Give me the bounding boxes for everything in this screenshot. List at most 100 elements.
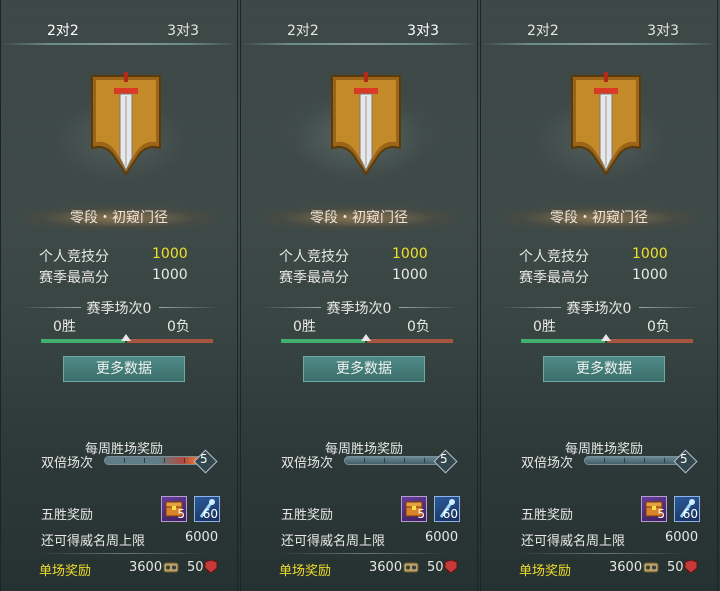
single-reward-badge: 50 — [187, 560, 204, 575]
win-loss-marker — [361, 334, 371, 341]
arena-panel-2: 2对2 3对3 零段・初窥门径 个人竞技分 1000 赛季最高分 1000 赛季… — [240, 0, 478, 591]
chest-count: 5 — [177, 507, 185, 521]
personal-score-label: 个人竞技分 — [519, 249, 589, 265]
double-matches-count: 5 — [680, 452, 688, 466]
rank-name: 零段・初窥门径 — [310, 210, 408, 226]
chest-count: 5 — [417, 507, 425, 521]
demon-badge-icon — [444, 560, 458, 574]
reward-divider — [277, 553, 449, 554]
season-matches: 赛季场次0 — [326, 301, 392, 317]
demon-badge-icon — [204, 560, 218, 574]
double-matches-count: 5 — [200, 452, 208, 466]
tab-3v3[interactable]: 3对3 — [167, 20, 199, 40]
tab-2v2[interactable]: 2对2 — [47, 20, 79, 40]
fame-cap-label: 还可得威名周上限 — [41, 534, 146, 549]
reward-divider — [517, 553, 689, 554]
single-reward-coins: 3600 — [609, 560, 643, 575]
win-segment — [521, 339, 605, 343]
weekly-reward-title: 每周胜场奖励 — [325, 442, 404, 457]
wand-count: 60 — [202, 507, 218, 521]
single-reward-label: 单场奖励 — [39, 564, 92, 579]
five-win-reward-label: 五胜奖励 — [41, 508, 94, 523]
wand-icon[interactable]: 60 — [674, 496, 700, 522]
tab-divider — [1, 43, 237, 45]
chest-count: 5 — [657, 507, 665, 521]
double-matches-bar — [104, 456, 204, 465]
season-high-label: 赛季最高分 — [279, 270, 349, 286]
treasure-chest-icon[interactable]: 5 — [641, 496, 667, 522]
wins-count: 0胜 — [53, 319, 76, 335]
treasure-chest-icon[interactable]: 5 — [401, 496, 427, 522]
win-loss-bar — [41, 334, 213, 343]
reward-divider — [37, 553, 209, 554]
single-reward-label: 单场奖励 — [279, 564, 332, 579]
sword-banner-icon — [326, 70, 406, 180]
personal-score-value: 1000 — [632, 246, 668, 262]
sword-banner-icon — [566, 70, 646, 180]
personal-score-label: 个人竞技分 — [279, 249, 349, 265]
double-matches-label: 双倍场次 — [41, 456, 94, 471]
rank-name: 零段・初窥门径 — [70, 210, 168, 226]
rank-name: 零段・初窥门径 — [550, 210, 648, 226]
tab-2v2[interactable]: 2对2 — [527, 20, 559, 40]
five-win-reward-label: 五胜奖励 — [521, 508, 574, 523]
loss-segment — [367, 339, 453, 343]
personal-score-label: 个人竞技分 — [39, 249, 109, 265]
fame-cap-label: 还可得威名周上限 — [521, 534, 626, 549]
tab-2v2[interactable]: 2对2 — [287, 20, 319, 40]
wand-icon[interactable]: 60 — [194, 496, 220, 522]
five-win-reward-label: 五胜奖励 — [281, 508, 334, 523]
tab-divider — [241, 43, 477, 45]
tab-3v3[interactable]: 3对3 — [647, 20, 679, 40]
season-high-value: 1000 — [392, 267, 428, 283]
season-high-label: 赛季最高分 — [39, 270, 109, 286]
double-matches-label: 双倍场次 — [281, 456, 334, 471]
wins-count: 0胜 — [533, 319, 556, 335]
coin-icon — [643, 562, 659, 573]
fame-cap-value: 6000 — [425, 530, 459, 545]
fame-cap-value: 6000 — [185, 530, 219, 545]
demon-badge-icon — [684, 560, 698, 574]
loss-segment — [607, 339, 693, 343]
win-segment — [41, 339, 125, 343]
treasure-chest-icon[interactable]: 5 — [161, 496, 187, 522]
personal-score-value: 1000 — [152, 246, 188, 262]
wand-count: 60 — [442, 507, 458, 521]
single-reward-badge: 50 — [427, 560, 444, 575]
win-loss-bar — [281, 334, 453, 343]
rank-title-bar: 零段・初窥门径 — [501, 205, 697, 231]
season-high-value: 1000 — [152, 267, 188, 283]
weekly-reward-title: 每周胜场奖励 — [565, 442, 644, 457]
more-data-button[interactable]: 更多数据 — [303, 356, 425, 382]
more-data-button[interactable]: 更多数据 — [543, 356, 665, 382]
tab-3v3[interactable]: 3对3 — [407, 20, 439, 40]
single-reward-badge: 50 — [667, 560, 684, 575]
win-loss-marker — [121, 334, 131, 341]
win-loss-marker — [601, 334, 611, 341]
more-data-button[interactable]: 更多数据 — [63, 356, 185, 382]
wand-count: 60 — [682, 507, 698, 521]
single-reward-coins: 3600 — [369, 560, 403, 575]
season-matches: 赛季场次0 — [566, 301, 632, 317]
season-matches: 赛季场次0 — [86, 301, 152, 317]
wins-count: 0胜 — [293, 319, 316, 335]
win-loss-bar — [521, 334, 693, 343]
double-matches-bar — [584, 456, 684, 465]
personal-score-value: 1000 — [392, 246, 428, 262]
losses-count: 0负 — [647, 319, 670, 335]
mode-tabs: 2对2 3对3 — [1, 0, 237, 45]
arena-screen: 2对2 3对3 零段・初窥门径 个人竞技分 1000 赛季最高分 1000 赛季… — [0, 0, 720, 591]
fame-cap-value: 6000 — [665, 530, 699, 545]
season-high-label: 赛季最高分 — [519, 270, 589, 286]
mode-tabs: 2对2 3对3 — [241, 0, 477, 45]
tab-divider — [481, 43, 717, 45]
losses-count: 0负 — [167, 319, 190, 335]
rank-title-bar: 零段・初窥门径 — [261, 205, 457, 231]
wand-icon[interactable]: 60 — [434, 496, 460, 522]
arena-panel-3: 2对2 3对3 零段・初窥门径 个人竞技分 1000 赛季最高分 1000 赛季… — [480, 0, 718, 591]
single-reward-label: 单场奖励 — [519, 564, 572, 579]
loss-segment — [127, 339, 213, 343]
double-matches-bar — [344, 456, 444, 465]
double-matches-count: 5 — [440, 452, 448, 466]
coin-icon — [163, 562, 179, 573]
